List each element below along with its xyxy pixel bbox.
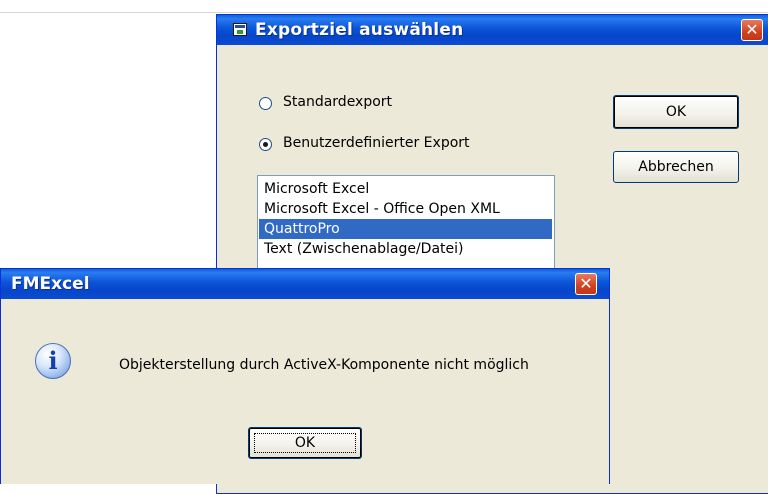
export-dialog-titlebar[interactable]: Exportziel auswählen ✕ xyxy=(217,15,768,45)
radio-custom-export[interactable] xyxy=(259,138,272,151)
radio-custom-export-label[interactable]: Benutzerdefinierter Export xyxy=(283,135,470,151)
focus-rectangle xyxy=(254,433,356,453)
list-item-quattropro[interactable]: QuattroPro xyxy=(259,219,552,239)
export-cancel-button[interactable]: Abbrechen xyxy=(613,151,739,183)
list-item-microsoft-excel[interactable]: Microsoft Excel xyxy=(259,179,552,199)
radio-standard-export-label[interactable]: Standardexport xyxy=(283,94,392,110)
radio-standard-export[interactable] xyxy=(259,97,272,110)
export-dialog-close-button[interactable]: ✕ xyxy=(741,19,763,41)
list-item-text-clipboard-file[interactable]: Text (Zwischenablage/Datei) xyxy=(259,239,552,259)
message-dialog-title: FMExcel xyxy=(11,274,90,294)
background-divider xyxy=(0,12,768,13)
list-item-excel-open-xml[interactable]: Microsoft Excel - Office Open XML xyxy=(259,199,552,219)
message-ok-button[interactable]: OK xyxy=(248,427,362,459)
export-dialog-title: Exportziel auswählen xyxy=(255,20,464,40)
message-dialog-titlebar[interactable]: FMExcel ✕ xyxy=(1,269,609,299)
fmexcel-message-dialog: FMExcel ✕ i Objekterstellung durch Activ… xyxy=(0,268,610,484)
error-message-text: Objekterstellung durch ActiveX-Komponent… xyxy=(119,357,529,373)
info-icon-glyph: i xyxy=(48,346,58,375)
message-dialog-close-button[interactable]: ✕ xyxy=(575,273,597,295)
export-ok-button[interactable]: OK xyxy=(613,95,739,129)
app-window-icon xyxy=(233,23,247,36)
info-icon: i xyxy=(35,343,71,379)
